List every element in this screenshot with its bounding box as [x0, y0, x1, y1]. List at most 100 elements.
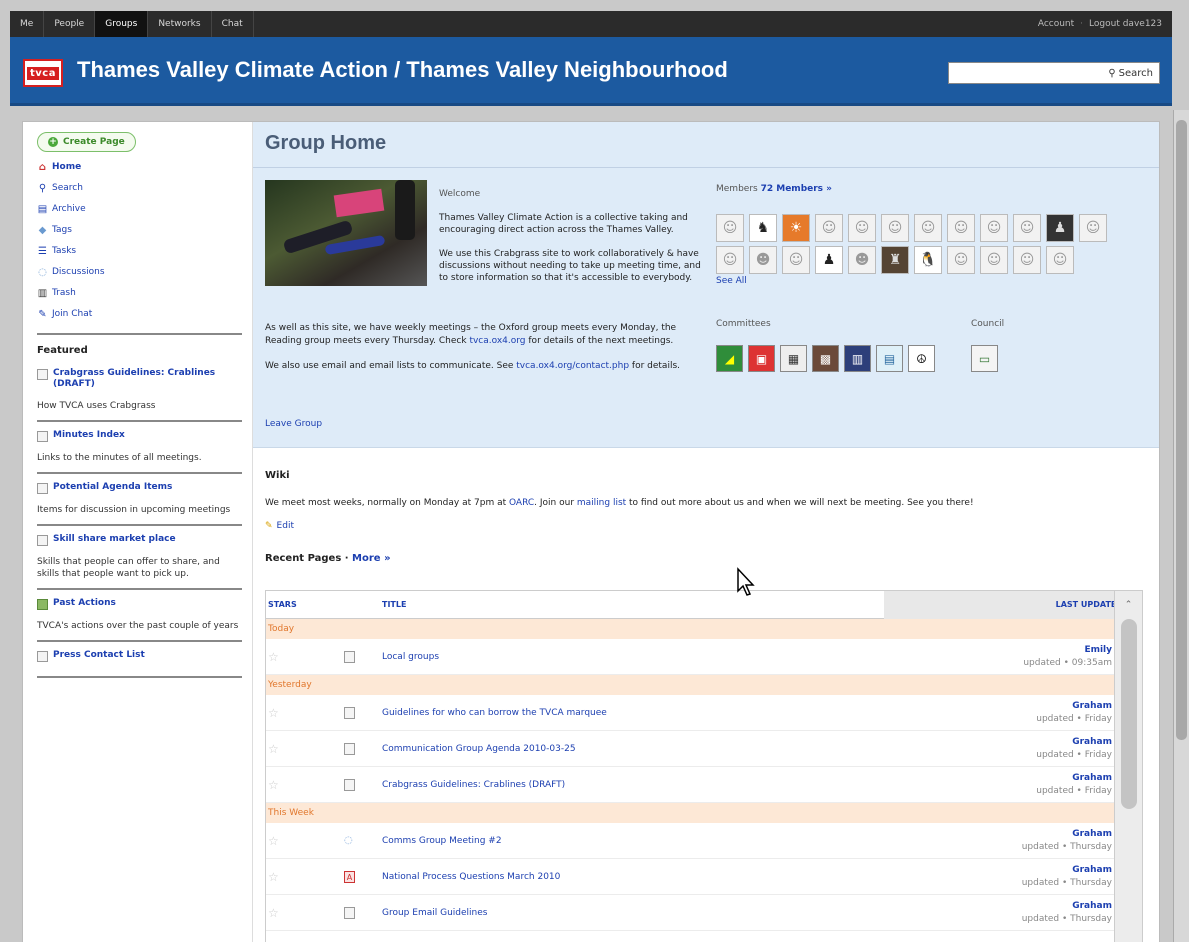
page-title-link[interactable]: Group Email Guidelines [382, 908, 884, 918]
table-row[interactable]: ☆ Crabgrass Guidelines: Crablines (DRAFT… [266, 767, 1142, 803]
avatar[interactable]: ☺ [782, 246, 810, 274]
column-header-last-updated[interactable]: LAST UPDATED ▽ [884, 591, 1142, 619]
contact-page-link[interactable]: tvca.ox4.org/contact.php [516, 361, 629, 371]
updated-by-link[interactable]: Graham [884, 772, 1112, 785]
sidebar-item-search[interactable]: ⚲ Search [37, 178, 242, 199]
avatar[interactable]: ☻ [749, 246, 777, 274]
group-logo[interactable]: tvca [23, 59, 63, 87]
leave-group-link[interactable]: Leave Group [265, 419, 322, 429]
table-row[interactable]: ☆ A National Process Questions March 201… [266, 859, 1142, 895]
search-input[interactable] [953, 65, 1093, 81]
nav-tab-networks[interactable]: Networks [148, 11, 212, 37]
table-scrollbar[interactable]: ⌃ [1114, 591, 1142, 942]
featured-item-title[interactable]: Press Contact List [37, 650, 242, 662]
updated-by-link[interactable]: Graham [884, 736, 1112, 749]
scroll-up-icon[interactable]: ⌃ [1115, 591, 1142, 619]
window-scrollbar[interactable] [1173, 110, 1189, 942]
avatar[interactable]: ☺ [815, 214, 843, 242]
column-header-stars[interactable]: STARS [266, 600, 382, 609]
featured-item-title[interactable]: Crabgrass Guidelines: Crablines (DRAFT) [37, 368, 242, 390]
see-all-members-link[interactable]: See All [716, 276, 1156, 286]
avatar[interactable]: ☺ [881, 214, 909, 242]
sidebar-item-tasks[interactable]: ☰ Tasks [37, 241, 242, 262]
council-avatar[interactable]: ▭ [971, 345, 998, 372]
avatar[interactable]: ♟ [1046, 214, 1074, 242]
avatar[interactable]: ☺ [716, 214, 744, 242]
committee-avatar[interactable]: ▦ [780, 345, 807, 372]
search-button[interactable]: ⚲ Search [1108, 68, 1153, 79]
avatar[interactable]: ☺ [914, 214, 942, 242]
oarc-link[interactable]: OARC [509, 498, 534, 508]
avatar[interactable]: ☺ [980, 214, 1008, 242]
nav-tab-groups[interactable]: Groups [95, 11, 149, 43]
featured-item-title[interactable]: Minutes Index [37, 430, 242, 442]
nav-tab-me[interactable]: Me [10, 11, 45, 37]
updated-by-link[interactable]: Graham [884, 700, 1112, 713]
mailing-list-link[interactable]: mailing list [577, 498, 626, 508]
committee-avatar[interactable]: ▣ [748, 345, 775, 372]
avatar[interactable]: ☺ [1046, 246, 1074, 274]
star-icon[interactable]: ☆ [266, 834, 344, 848]
star-icon[interactable]: ☆ [266, 650, 344, 664]
committee-avatar[interactable]: ▤ [876, 345, 903, 372]
page-title-link[interactable]: Communication Group Agenda 2010-03-25 [382, 744, 884, 754]
account-link[interactable]: Account [1038, 19, 1074, 29]
avatar[interactable]: 🐧 [914, 246, 942, 274]
page-title-link[interactable]: Guidelines for who can borrow the TVCA m… [382, 708, 884, 718]
committee-avatar[interactable]: ☮ [908, 345, 935, 372]
sidebar-item-join-chat[interactable]: ✎ Join Chat [37, 304, 242, 325]
featured-item-title[interactable]: Past Actions [37, 598, 242, 610]
sidebar-item-archive[interactable]: ▤ Archive [37, 199, 242, 220]
updated-by-link[interactable]: Graham [884, 900, 1112, 913]
avatar[interactable]: ☻ [848, 246, 876, 274]
featured-item-title[interactable]: Potential Agenda Items [37, 482, 242, 494]
create-page-button[interactable]: + Create Page [37, 132, 136, 152]
avatar[interactable]: ☺ [716, 246, 744, 274]
more-pages-link[interactable]: More » [352, 553, 390, 564]
avatar[interactable]: ♟ [815, 246, 843, 274]
avatar[interactable]: ♜ [881, 246, 909, 274]
table-row[interactable]: ☆ Communication Group Agenda 2010-03-25 … [266, 731, 1142, 767]
nav-tab-chat[interactable]: Chat [212, 11, 254, 37]
table-row[interactable]: ☆ Guidelines for who can borrow the TVCA… [266, 695, 1142, 731]
star-icon[interactable]: ☆ [266, 706, 344, 720]
avatar[interactable]: ♞ [749, 214, 777, 242]
nav-tab-people[interactable]: People [44, 11, 96, 37]
table-row[interactable]: ☆ Group Email Guidelines Graham updated •… [266, 895, 1142, 931]
sidebar-item-trash[interactable]: ▥ Trash [37, 283, 242, 304]
search-box[interactable]: ⚲ Search [948, 62, 1160, 84]
committee-avatar[interactable]: ▥ [844, 345, 871, 372]
avatar[interactable]: ☺ [1013, 246, 1041, 274]
logout-link[interactable]: Logout dave123 [1089, 19, 1162, 29]
updated-by-link[interactable]: Graham [884, 864, 1112, 877]
committee-avatar[interactable]: ▩ [812, 345, 839, 372]
star-icon[interactable]: ☆ [266, 870, 344, 884]
avatar[interactable]: ☺ [980, 246, 1008, 274]
page-title-link[interactable]: Local groups [382, 652, 884, 662]
page-title-link[interactable]: Comms Group Meeting #2 [382, 836, 884, 846]
star-icon[interactable]: ☆ [266, 778, 344, 792]
site-title[interactable]: Thames Valley Climate Action / Thames Va… [77, 57, 728, 83]
table-row[interactable]: ☆ Local groups Emily updated • 09:35am [266, 639, 1142, 675]
avatar[interactable]: ☺ [947, 246, 975, 274]
star-icon[interactable]: ☆ [266, 742, 344, 756]
scrollbar-thumb[interactable] [1121, 619, 1137, 809]
sidebar-item-tags[interactable]: ◆ Tags [37, 220, 242, 241]
column-header-title[interactable]: TITLE [382, 600, 884, 609]
updated-by-link[interactable]: Emily [884, 644, 1112, 657]
sidebar-item-home[interactable]: ⌂ Home [37, 157, 242, 178]
tvca-site-link[interactable]: tvca.ox4.org [469, 336, 525, 346]
avatar[interactable]: ☺ [848, 214, 876, 242]
avatar[interactable]: ☀ [782, 214, 810, 242]
featured-item-title[interactable]: Skill share market place [37, 534, 242, 546]
updated-by-link[interactable]: Graham [884, 828, 1112, 841]
sidebar-item-discussions[interactable]: ◌ Discussions [37, 262, 242, 283]
edit-wiki-link[interactable]: ✎ Edit [265, 521, 294, 531]
avatar[interactable]: ☺ [947, 214, 975, 242]
members-count-link[interactable]: 72 Members » [761, 184, 832, 194]
page-title-link[interactable]: Crabgrass Guidelines: Crablines (DRAFT) [382, 780, 884, 790]
avatar[interactable]: ☺ [1079, 214, 1107, 242]
scrollbar-thumb[interactable] [1176, 120, 1187, 740]
star-icon[interactable]: ☆ [266, 906, 344, 920]
table-row[interactable]: ☆ ◌ Comms Group Meeting #2 Graham updated… [266, 823, 1142, 859]
